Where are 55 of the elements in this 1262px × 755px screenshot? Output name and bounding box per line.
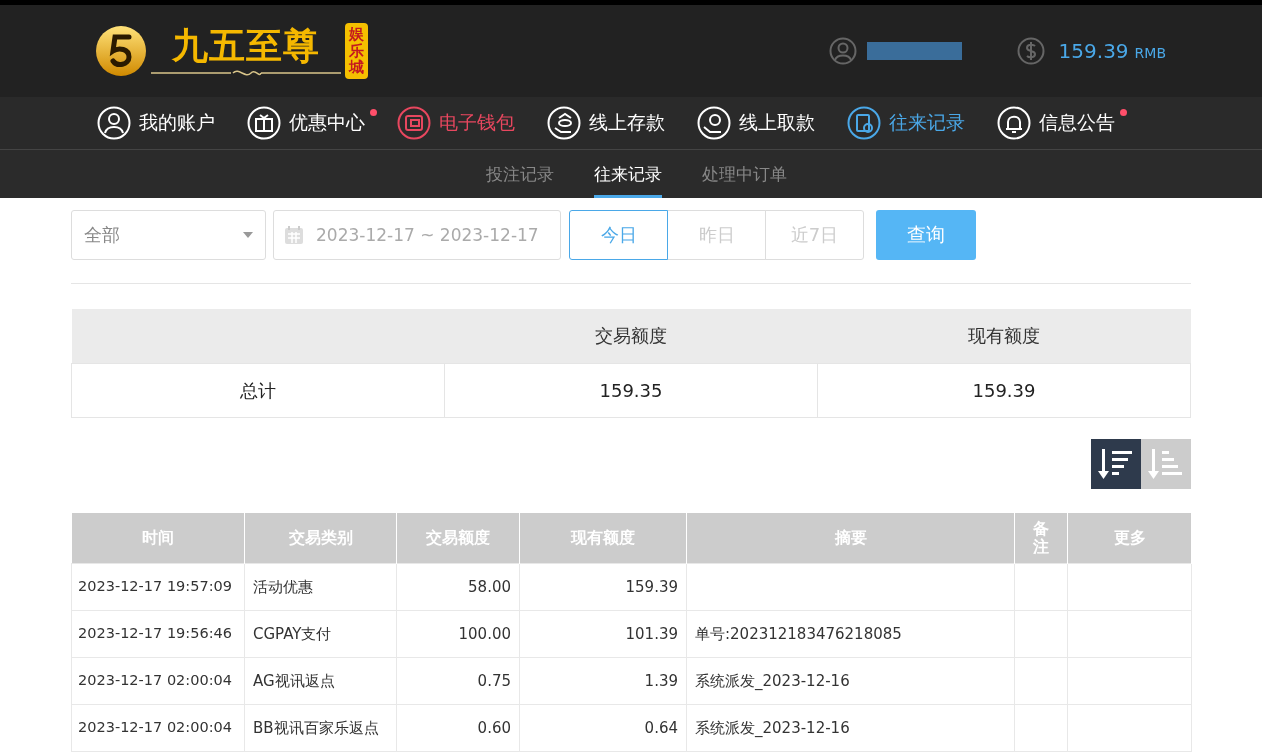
currency-label: RMB: [1134, 45, 1166, 61]
nav-item[interactable]: 线上取款: [697, 106, 815, 140]
table-cell: 100.00: [396, 610, 520, 658]
table-cell: 活动优惠: [244, 563, 397, 611]
table-cell: AG视讯返点: [244, 657, 397, 705]
nav-icon: [547, 106, 581, 140]
table-cell: 单号:202312183476218085: [686, 610, 1015, 658]
nav-icon: [697, 106, 731, 140]
logo-emblem-icon: [95, 25, 147, 77]
nav-icon: [97, 106, 131, 140]
tab[interactable]: 处理中订单: [701, 150, 787, 198]
nav-icon: [847, 106, 881, 140]
calendar-icon: [284, 225, 304, 245]
type-select[interactable]: 全部: [71, 210, 266, 260]
table-cell: BB视讯百家乐返点: [244, 704, 397, 752]
table-cell: CGPAY支付: [244, 610, 397, 658]
range-button[interactable]: 今日: [569, 210, 668, 260]
nav-item[interactable]: 信息公告: [997, 106, 1115, 140]
table-cell: 159.39: [817, 363, 1191, 418]
table-cell: 101.39: [519, 610, 687, 658]
table-cell: 58.00: [396, 563, 520, 611]
sort-button[interactable]: [1091, 439, 1141, 489]
logo-badge: 娱乐城: [345, 23, 368, 79]
balance-amount: 159.39: [1058, 39, 1129, 63]
table-cell: 2023-12-17 19:56:46: [71, 610, 245, 658]
user-icon: [828, 37, 857, 65]
nav-item[interactable]: 我的账户: [97, 106, 215, 140]
dollar-icon: [1016, 37, 1045, 65]
nav-icon: [997, 106, 1031, 140]
tab[interactable]: 投注记录: [485, 150, 554, 198]
nav-icon: [397, 106, 431, 140]
table-cell: 系统派发_2023-12-16: [686, 657, 1015, 705]
table-cell: 2023-12-17 02:00:04: [71, 657, 245, 705]
nav-icon: [247, 106, 281, 140]
nav-item[interactable]: 电子钱包: [397, 106, 515, 140]
header-cell: 交易额度: [444, 309, 818, 364]
table-cell: 1.39: [519, 657, 687, 705]
date-range-field[interactable]: 2023-12-17 ~ 2023-12-17: [273, 210, 561, 260]
table-cell: 2023-12-17 02:00:04: [71, 704, 245, 752]
table-cell: 159.35: [444, 363, 818, 418]
table-cell: 0.60: [396, 704, 520, 752]
table-cell: 0.64: [519, 704, 687, 752]
nav-item[interactable]: 往来记录: [847, 106, 965, 140]
table-cell: 2023-12-17 19:57:09: [71, 563, 245, 611]
table-cell: 0.75: [396, 657, 520, 705]
nav-item[interactable]: 线上存款: [547, 106, 665, 140]
caret-icon: [243, 232, 253, 238]
table-cell: 159.39: [519, 563, 687, 611]
nav-item[interactable]: 优惠中心: [247, 106, 365, 140]
query-button[interactable]: 查询: [876, 210, 976, 260]
table-cell: 总计: [71, 363, 445, 418]
logo-title: 九五至尊: [172, 24, 320, 68]
tab[interactable]: 往来记录: [593, 150, 662, 198]
table-cell: 系统派发_2023-12-16: [686, 704, 1015, 752]
header-cell: 现有额度: [817, 309, 1191, 364]
